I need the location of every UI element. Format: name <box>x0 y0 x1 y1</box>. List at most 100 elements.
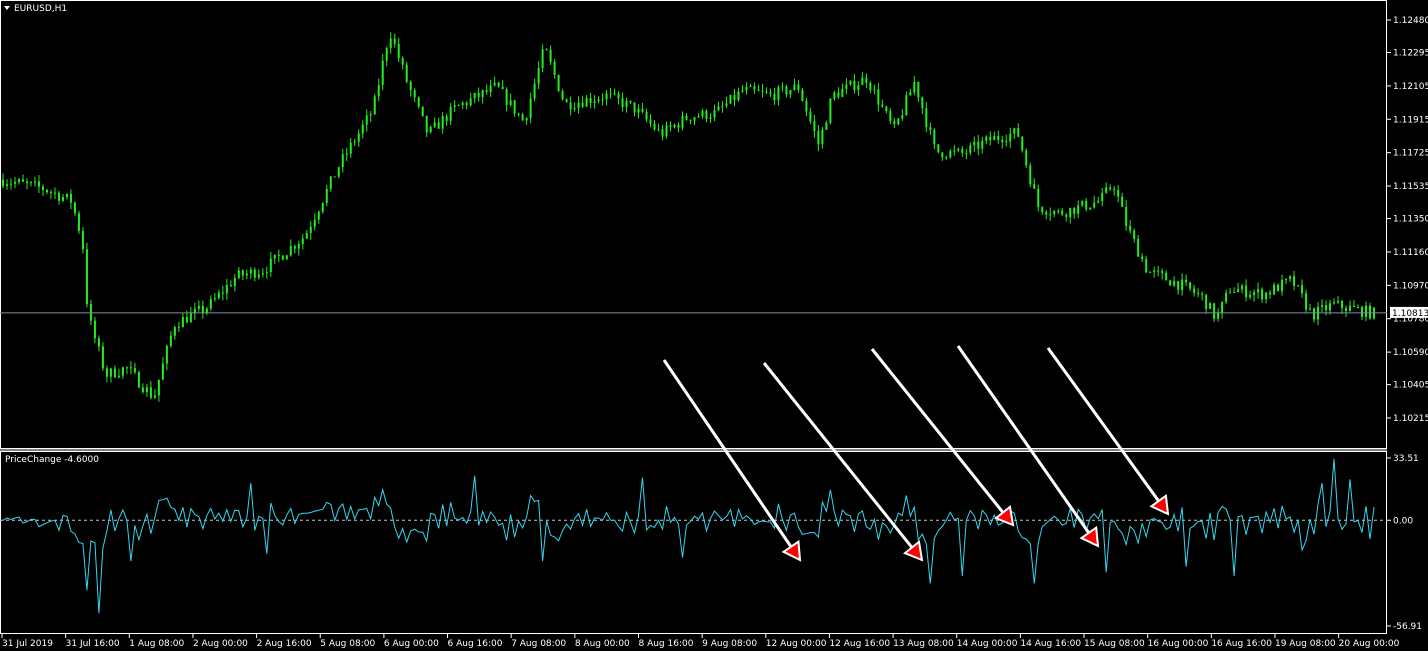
time-tick-label: 2 Aug 00:00 <box>193 639 248 649</box>
candle-body <box>1041 207 1044 213</box>
time-tick-label: 5 Aug 08:00 <box>320 639 375 649</box>
candle-body <box>957 148 960 151</box>
candle-body <box>1161 271 1164 274</box>
candle-body <box>1345 308 1348 311</box>
candle-body <box>17 179 20 182</box>
candle-body <box>905 95 908 115</box>
candle-body <box>917 81 920 98</box>
candle-body <box>705 110 708 119</box>
indicator-tick-label: 0.00 <box>1393 516 1413 526</box>
candle-body <box>1045 212 1048 215</box>
time-tick-label: 15 Aug 08:00 <box>1084 639 1145 649</box>
candle-body <box>893 120 896 125</box>
chart-window[interactable]: EURUSD,H1 PriceChange -4.6000 1.12480 1.1… <box>0 0 1428 651</box>
time-tick-label: 14 Aug 00:00 <box>957 639 1018 649</box>
candle-body <box>685 115 688 120</box>
time-tick-label: 19 Aug 08:00 <box>1275 639 1336 649</box>
candle-body <box>881 104 884 107</box>
candle-body <box>377 84 380 97</box>
dropdown-triangle-icon[interactable] <box>4 6 10 10</box>
candle-body <box>709 117 712 119</box>
candle-body <box>1245 285 1248 298</box>
candle-body <box>197 305 200 309</box>
price-tick-label: 1.11915 <box>1393 115 1428 125</box>
candle-body <box>337 167 340 177</box>
candle-body <box>869 82 872 91</box>
candle-body <box>129 367 132 369</box>
arrow-head-icon <box>1149 493 1170 516</box>
candle-body <box>845 84 848 89</box>
candle-body <box>737 91 740 101</box>
candle-body <box>117 375 120 378</box>
candle-body <box>541 49 544 69</box>
candle-body <box>397 43 400 59</box>
candle-body <box>981 140 984 149</box>
candle-body <box>629 100 632 103</box>
candle-body <box>909 92 912 96</box>
candle-body <box>949 150 952 158</box>
candle-body <box>353 141 356 143</box>
time-tick-label: 2 Aug 16:00 <box>257 639 312 649</box>
candle-body <box>581 102 584 107</box>
candle-body <box>1221 301 1224 313</box>
candle-body <box>509 100 512 105</box>
price-tick-label: 1.10405 <box>1393 381 1428 391</box>
candle-body <box>773 93 776 101</box>
candle-body <box>29 182 32 184</box>
candle-body <box>1097 201 1100 203</box>
candle-body <box>537 68 540 84</box>
candle-body <box>937 144 940 153</box>
candle-body <box>293 246 296 249</box>
candle-body <box>349 142 352 154</box>
candle-body <box>69 193 72 203</box>
candle-body <box>661 129 664 137</box>
candle-body <box>357 133 360 142</box>
candle-body <box>477 93 480 98</box>
indicator-line <box>2 458 1375 614</box>
candle-body <box>865 77 868 83</box>
candle-body <box>561 91 564 100</box>
candle-body <box>437 122 440 129</box>
candle-body <box>801 89 804 101</box>
candle-body <box>421 106 424 116</box>
candle-body <box>961 148 964 153</box>
time-tick-label: 14 Aug 16:00 <box>1020 639 1081 649</box>
candle-body <box>833 92 836 99</box>
candle-body <box>361 124 364 134</box>
candle-body <box>2 179 4 187</box>
candle-body <box>813 121 816 132</box>
candle-body <box>605 93 608 100</box>
candle-body <box>401 58 404 65</box>
candle-body <box>797 84 800 90</box>
candle-body <box>609 93 612 95</box>
price-tick-label: 1.11725 <box>1393 149 1428 159</box>
candle-body <box>157 379 160 396</box>
candle-body <box>689 119 692 121</box>
candle-body <box>849 80 852 85</box>
candle-body <box>365 115 368 125</box>
symbol-title: EURUSD,H1 <box>14 4 67 14</box>
candle-body <box>125 367 128 369</box>
candle-body <box>1121 196 1124 207</box>
candle-body <box>77 213 80 231</box>
time-tick-label: 12 Aug 00:00 <box>766 639 827 649</box>
candle-body <box>93 320 96 339</box>
candle-body <box>693 117 696 121</box>
indicator-title: PriceChange -4.6000 <box>5 455 99 465</box>
main-chart-frame <box>0 0 1387 449</box>
candle-body <box>1093 202 1096 208</box>
arrow-shaft <box>662 359 793 548</box>
candle-body <box>761 90 764 92</box>
candle-body <box>1029 165 1032 185</box>
candles-series <box>2 32 1376 402</box>
candle-body <box>553 61 556 76</box>
indicator-axis: 33.51 0.00 -56.91 <box>1387 454 1422 632</box>
candle-body <box>1229 292 1232 294</box>
candle-body <box>545 49 548 51</box>
chart-canvas[interactable]: EURUSD,H1 PriceChange -4.6000 1.124801.1… <box>0 0 1428 651</box>
candle-body <box>325 188 328 203</box>
candle-body <box>1253 292 1256 295</box>
candle-body <box>405 64 408 82</box>
candle-body <box>213 298 216 300</box>
candle-body <box>549 50 552 62</box>
